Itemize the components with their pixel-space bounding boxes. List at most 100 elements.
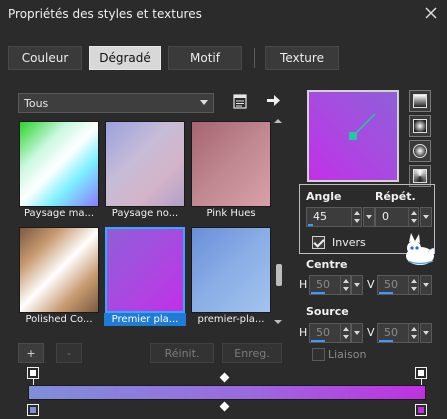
angle-value: 45 (313, 210, 327, 223)
repeat-value: 0 (382, 210, 389, 223)
gradient-thumb-polished-co[interactable]: Polished Co... (18, 225, 100, 325)
angle-dropdown[interactable] (363, 207, 375, 227)
chevron-down-icon (423, 215, 429, 219)
center-h-level-bar (311, 292, 325, 294)
center-v-label: V (367, 278, 375, 291)
repeat-spinner[interactable] (408, 208, 418, 226)
source-v-field[interactable]: 50 (377, 323, 419, 343)
add-gradient-button[interactable]: + (18, 343, 44, 363)
center-v-field[interactable]: 50 (377, 275, 419, 295)
source-v-level-bar (379, 340, 393, 342)
gradient-editor-bar[interactable] (28, 385, 426, 400)
center-handle[interactable] (349, 132, 357, 140)
gradient-midpoint-bottom[interactable] (219, 401, 230, 412)
gradient-label: Pink Hues (206, 208, 256, 219)
source-v-dropdown[interactable] (420, 323, 432, 343)
angle-label: Angle (306, 190, 342, 203)
gradient-thumb-premier-pla-2[interactable]: premier-pla... (190, 225, 272, 325)
tab-separator (254, 48, 255, 68)
chevron-down-icon (354, 283, 360, 287)
gradient-gallery: Paysage ma... Paysage no... Pink Hues Po… (18, 119, 272, 329)
repeat-field[interactable]: 0 (375, 207, 419, 227)
center-h-spinner[interactable] (340, 276, 350, 294)
source-v-label: V (367, 326, 375, 339)
source-h-field[interactable]: 50 (309, 323, 351, 343)
source-h-spinner[interactable] (340, 324, 350, 342)
center-h-value: 50 (316, 278, 330, 291)
resource-library-icon[interactable] (233, 93, 248, 109)
chevron-down-icon (354, 331, 360, 335)
repeat-dropdown[interactable] (420, 207, 432, 227)
gradient-midpoint-top[interactable] (219, 372, 230, 383)
center-v-value: 50 (384, 278, 398, 291)
gradient-stop-top-left[interactable] (27, 367, 39, 379)
angle-field[interactable]: 45 (306, 207, 362, 227)
gradient-label: Polished Co... (25, 314, 93, 325)
gradient-thumb-pink-hues[interactable]: Pink Hues (190, 119, 272, 219)
gradient-stop-bottom-right[interactable] (415, 404, 427, 416)
tab-degrade[interactable]: Dégradé (89, 46, 161, 70)
mascot-icon (406, 233, 435, 265)
gallery-scrollbar[interactable] (275, 119, 283, 327)
invert-checkbox[interactable] (312, 236, 325, 249)
save-button[interactable]: Enreg. (222, 343, 282, 363)
link-label[interactable]: Liaison (328, 348, 366, 361)
rectangular-type-button[interactable] (409, 115, 431, 137)
repeat-label: Répét. (375, 190, 416, 203)
scroll-down-icon[interactable] (274, 320, 282, 324)
rectangular-gradient-icon (413, 119, 427, 133)
tab-motif[interactable]: Motif (168, 46, 242, 70)
source-v-value: 50 (384, 326, 398, 339)
close-icon[interactable] (424, 6, 438, 20)
center-h-dropdown[interactable] (351, 275, 363, 295)
gradient-stop-top-right[interactable] (415, 367, 427, 379)
chevron-down-icon (423, 331, 429, 335)
center-h-label: H (299, 278, 308, 291)
linear-type-button[interactable] (409, 90, 431, 112)
source-v-spinner[interactable] (408, 324, 418, 342)
sunburst-type-button[interactable] (409, 140, 431, 162)
gradient-swatch (191, 227, 271, 313)
gradient-stop-bottom-left[interactable] (27, 404, 39, 416)
invert-label[interactable]: Invers (332, 236, 366, 249)
chevron-down-icon (366, 215, 372, 219)
gradient-thumb-paysage-no[interactable]: Paysage no... (104, 119, 186, 219)
center-v-spinner[interactable] (408, 276, 418, 294)
category-dropdown-value: Tous (24, 96, 49, 110)
gradient-swatch (19, 227, 99, 313)
gradient-swatch (19, 121, 99, 207)
tab-couleur[interactable]: Couleur (8, 46, 82, 70)
remove-gradient-button[interactable]: - (56, 343, 82, 363)
sunburst-gradient-icon (413, 144, 427, 158)
angle-spinner[interactable] (351, 208, 361, 226)
gradient-thumb-premier-pla[interactable]: Premier pla... (104, 225, 186, 326)
center-v-level-bar (379, 292, 393, 294)
category-dropdown[interactable]: Tous (18, 93, 214, 113)
chevron-down-icon (423, 283, 429, 287)
link-checkbox[interactable] (312, 348, 325, 361)
tab-bar: Couleur Dégradé Motif Texture (0, 46, 447, 70)
source-label: Source (306, 305, 349, 318)
source-h-value: 50 (316, 326, 330, 339)
gradient-swatch (191, 121, 271, 207)
scroll-up-icon[interactable] (274, 119, 282, 123)
gradient-swatch (105, 121, 185, 207)
reset-button[interactable]: Réinit. (150, 343, 214, 363)
linear-gradient-icon (413, 94, 427, 108)
gradient-label: Premier pla... (104, 313, 186, 326)
gallery-scroll-thumb[interactable] (276, 264, 282, 286)
source-h-label: H (299, 326, 308, 339)
source-h-dropdown[interactable] (351, 323, 363, 343)
radial-gradient-icon (413, 169, 427, 183)
chevron-down-icon (200, 100, 208, 105)
gradient-label: premier-pla... (197, 314, 265, 325)
title-bar: Propriétés des styles et textures (0, 0, 447, 28)
tab-texture[interactable]: Texture (265, 46, 339, 70)
gradient-label: Paysage no... (111, 208, 179, 219)
center-h-field[interactable]: 50 (309, 275, 351, 295)
arrow-right-icon[interactable] (266, 93, 281, 108)
center-v-dropdown[interactable] (420, 275, 432, 295)
gradient-thumb-paysage-ma[interactable]: Paysage ma... (18, 119, 100, 219)
window-title: Propriétés des styles et textures (8, 7, 202, 21)
gradient-preview[interactable] (307, 90, 399, 182)
